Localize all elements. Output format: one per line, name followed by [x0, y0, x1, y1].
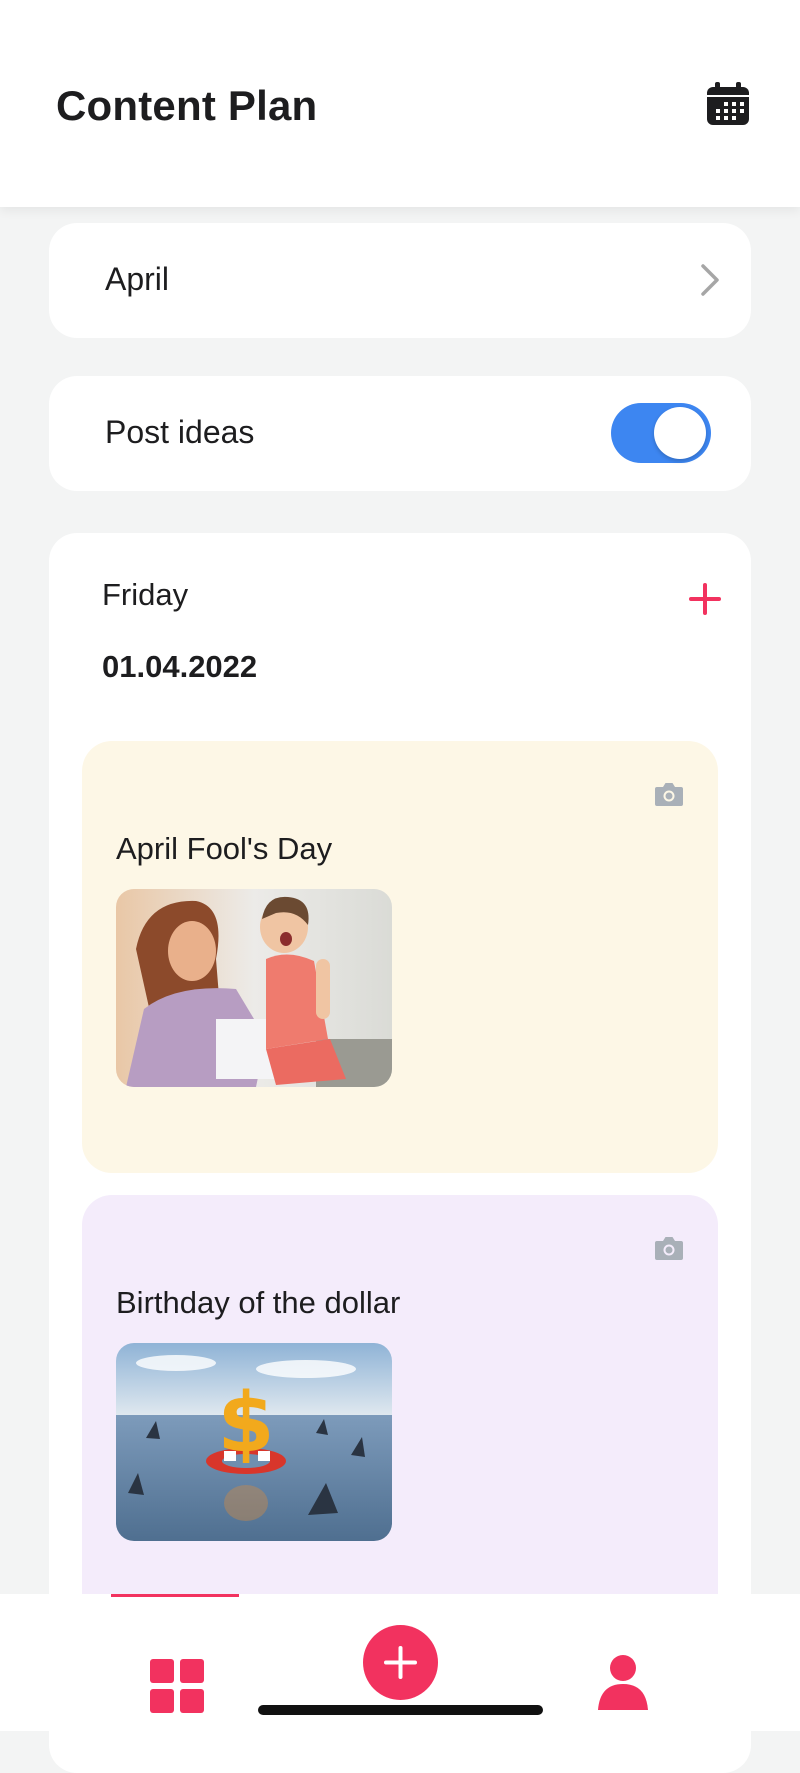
plus-icon[interactable] — [687, 581, 723, 617]
active-tab-indicator — [111, 1594, 239, 1597]
profile-icon[interactable] — [596, 1654, 650, 1712]
grid-icon[interactable] — [150, 1659, 204, 1713]
dollar-sign-with-sharks-photo: $ — [116, 1343, 392, 1541]
bottom-navigation — [0, 1594, 800, 1731]
plus-icon — [384, 1646, 417, 1679]
post-ideas-toggle[interactable] — [611, 403, 711, 463]
weekday-label: Friday — [102, 577, 189, 612]
home-indicator — [258, 1705, 543, 1715]
add-post-button[interactable] — [363, 1625, 438, 1700]
mother-and-daughter-photo — [116, 889, 392, 1087]
post-ideas-row: Post ideas — [49, 376, 751, 491]
camera-icon[interactable] — [654, 781, 684, 807]
page-title: Content Plan — [56, 82, 318, 129]
calendar-icon[interactable] — [706, 82, 750, 126]
app-header: Content Plan — [0, 0, 800, 207]
toggle-knob — [654, 407, 706, 459]
month-selector[interactable]: April — [49, 223, 751, 338]
date-label: 01.04.2022 — [102, 649, 258, 684]
svg-text:$: $ — [217, 1376, 274, 1471]
chevron-right-icon — [689, 260, 729, 300]
post-ideas-label: Post ideas — [105, 414, 255, 450]
day-card: Friday 01.04.2022 April Fool's Day Birth… — [49, 533, 751, 1773]
post-card[interactable]: April Fool's Day — [82, 741, 718, 1173]
month-label: April — [105, 261, 170, 297]
post-title: April Fool's Day — [116, 831, 333, 866]
camera-icon[interactable] — [654, 1235, 684, 1261]
post-title: Birthday of the dollar — [116, 1285, 401, 1320]
